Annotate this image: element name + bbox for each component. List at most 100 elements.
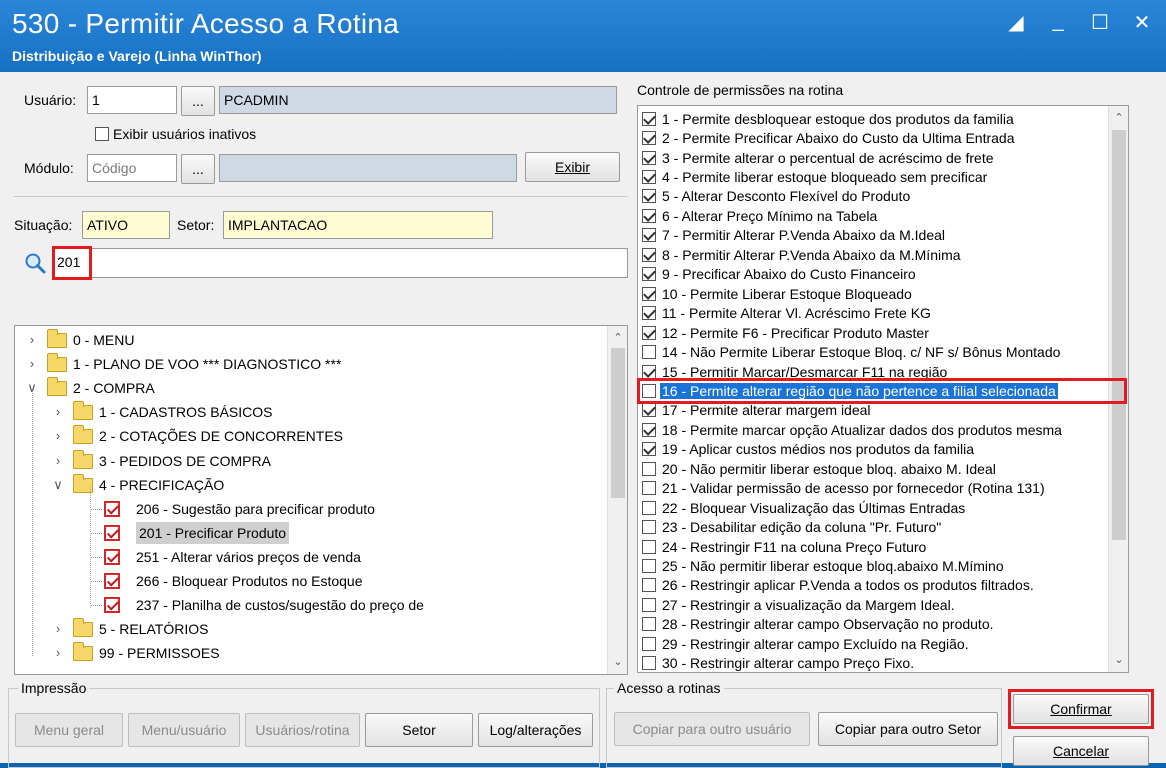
permission-row[interactable]: 24 - Restringir F11 na coluna Preço Futu… [642, 537, 1108, 556]
permission-checkbox[interactable] [642, 170, 656, 185]
chevron-right-icon[interactable]: › [51, 617, 65, 641]
tree-item-row[interactable]: 266 - Bloquear Produtos no Estoque [15, 569, 605, 593]
permission-checkbox[interactable] [642, 111, 656, 126]
permission-checkbox[interactable] [642, 617, 656, 632]
usuarios-rotina-button[interactable]: Usuários/rotina [245, 713, 360, 747]
permission-checkbox[interactable] [642, 636, 656, 651]
permission-checkbox[interactable] [642, 247, 656, 262]
permission-checkbox[interactable] [642, 578, 656, 593]
close-icon[interactable]: ✕ [1132, 10, 1152, 35]
chevron-right-icon[interactable]: › [51, 449, 65, 473]
chevron-right-icon[interactable]: › [51, 400, 65, 424]
usuario-lookup-button[interactable]: ... [181, 86, 215, 116]
tree-folder-row[interactable]: › 1 - PLANO DE VOO *** DIAGNOSTICO *** [15, 352, 605, 376]
scroll-down-icon[interactable]: ⌄ [608, 652, 627, 672]
permission-row[interactable]: 28 - Restringir alterar campo Observação… [642, 615, 1108, 634]
setor-button[interactable]: Setor [365, 713, 473, 747]
permission-row[interactable]: 12 - Permite F6 - Precificar Produto Mas… [642, 323, 1108, 342]
permission-row[interactable]: 6 - Alterar Preço Mínimo na Tabela [642, 206, 1108, 225]
tree-scrollbar[interactable]: ⌃ ⌄ [607, 326, 627, 674]
tree-folder-row[interactable]: › 2 - COTAÇÕES DE CONCORRENTES [15, 424, 605, 448]
tree-item-checkbox[interactable] [104, 500, 120, 517]
minimize-icon[interactable]: _ [1048, 10, 1068, 35]
permission-checkbox[interactable] [642, 500, 656, 515]
permission-checkbox[interactable] [642, 228, 656, 243]
permission-row[interactable]: 21 - Validar permissão de acesso por for… [642, 479, 1108, 498]
permission-row[interactable]: 9 - Precificar Abaixo do Custo Financeir… [642, 265, 1108, 284]
tree-folder-row[interactable]: › 1 - CADASTROS BÁSICOS [15, 400, 605, 424]
permission-checkbox[interactable] [642, 442, 656, 457]
permission-checkbox[interactable] [642, 559, 656, 574]
log-alteracoes-button[interactable]: Log/alterações [478, 713, 593, 747]
permission-row[interactable]: 25 - Não permitir liberar estoque bloq.a… [642, 556, 1108, 575]
permission-checkbox[interactable] [642, 189, 656, 204]
permission-row[interactable]: 18 - Permite marcar opção Atualizar dado… [642, 420, 1108, 439]
permission-row[interactable]: 4 - Permite liberar estoque bloqueado se… [642, 167, 1108, 186]
permission-checkbox[interactable] [642, 306, 656, 321]
permission-row[interactable]: 14 - Não Permite Liberar Estoque Bloq. c… [642, 342, 1108, 361]
permission-row[interactable]: 1 - Permite desbloquear estoque dos prod… [642, 109, 1108, 128]
tree-item-checkbox[interactable] [104, 597, 120, 614]
tree-folder-row[interactable]: › 5 - RELATÓRIOS [15, 617, 605, 641]
tree-item-checkbox[interactable] [104, 524, 120, 541]
tree-folder-row[interactable]: › 0 - MENU [15, 328, 605, 352]
chevron-right-icon[interactable]: › [51, 424, 65, 448]
permission-row[interactable]: 2 - Permite Precificar Abaixo do Custo d… [642, 128, 1108, 147]
permission-checkbox[interactable] [642, 208, 656, 223]
permission-row[interactable]: 3 - Permite alterar o percentual de acré… [642, 148, 1108, 167]
scroll-up-icon[interactable]: ⌃ [608, 328, 627, 348]
permission-checkbox[interactable] [642, 345, 656, 360]
copiar-usuario-button[interactable]: Copiar para outro usuário [614, 712, 810, 746]
scroll-thumb[interactable] [1112, 130, 1126, 540]
chevron-down-icon[interactable]: ∨ [51, 473, 65, 497]
modulo-lookup-button[interactable]: ... [181, 154, 215, 184]
chevron-right-icon[interactable]: › [51, 641, 65, 665]
permission-checkbox[interactable] [642, 539, 656, 554]
scroll-up-icon[interactable]: ⌃ [1109, 108, 1128, 128]
menu-usuario-button[interactable]: Menu/usuário [128, 713, 240, 747]
permission-checkbox[interactable] [642, 364, 656, 379]
menu-geral-button[interactable]: Menu geral [15, 713, 123, 747]
tree-item-checkbox[interactable] [104, 573, 120, 589]
copiar-setor-button[interactable]: Copiar para outro Setor [818, 712, 998, 746]
tree-item-row[interactable]: 251 - Alterar vários preços de venda [15, 545, 605, 569]
permission-checkbox[interactable] [642, 150, 656, 165]
chevron-right-icon[interactable]: › [25, 352, 39, 376]
tree-item-row[interactable]: 201 - Precificar Produto [15, 521, 605, 545]
permission-checkbox[interactable] [642, 267, 656, 282]
permission-checkbox[interactable] [642, 481, 656, 496]
permission-checkbox[interactable] [642, 656, 656, 671]
scroll-thumb[interactable] [611, 348, 625, 498]
permission-checkbox[interactable] [642, 325, 656, 340]
tree-folder-row[interactable]: ∨ 2 - COMPRA [15, 376, 605, 400]
permission-row[interactable]: 27 - Restringir a visualização da Margem… [642, 595, 1108, 614]
scroll-down-icon[interactable]: ⌄ [1109, 650, 1128, 670]
permission-checkbox[interactable] [642, 403, 656, 418]
chevron-right-icon[interactable]: › [25, 328, 39, 352]
permission-row[interactable]: 8 - Permitir Alterar P.Venda Abaixo da M… [642, 245, 1108, 264]
modulo-code-field[interactable]: Código [87, 154, 177, 182]
tree-item-row[interactable]: 206 - Sugestão para precificar produto [15, 497, 605, 521]
permission-row[interactable]: 29 - Restringir alterar campo Excluído n… [642, 634, 1108, 653]
permission-row[interactable]: 19 - Aplicar custos médios nos produtos … [642, 440, 1108, 459]
tree-folder-row[interactable]: › 99 - PERMISSOES [15, 641, 605, 665]
permission-checkbox[interactable] [642, 422, 656, 437]
tree-folder-row[interactable]: ∨ 4 - PRECIFICAÇÃO [15, 473, 605, 497]
tree-folder-row[interactable]: › 3 - PEDIDOS DE COMPRA [15, 449, 605, 473]
permission-row[interactable]: 22 - Bloquear Visualização das Últimas E… [642, 498, 1108, 517]
usuario-code-field[interactable]: 1 [87, 86, 177, 114]
permission-row[interactable]: 10 - Permite Liberar Estoque Bloqueado [642, 284, 1108, 303]
permission-row[interactable]: 11 - Permite Alterar Vl. Acréscimo Frete… [642, 304, 1108, 323]
permission-row[interactable]: 5 - Alterar Desconto Flexível do Produto [642, 187, 1108, 206]
permission-checkbox[interactable] [642, 131, 656, 146]
inactive-users-option[interactable]: Exibir usuários inativos [95, 126, 256, 142]
permission-row[interactable]: 23 - Desabilitar edição da coluna "Pr. F… [642, 517, 1108, 536]
tree-item-row[interactable]: 237 - Planilha de custos/sugestão do pre… [15, 593, 605, 617]
permission-checkbox[interactable] [642, 597, 656, 612]
restore-icon[interactable]: ◢ [1006, 10, 1026, 35]
search-input[interactable]: 201 [52, 248, 628, 278]
tree-item-checkbox[interactable] [104, 548, 120, 565]
permission-checkbox[interactable] [642, 461, 656, 476]
permission-checkbox[interactable] [642, 520, 656, 535]
routine-tree[interactable]: › 0 - MENU › 1 - PLANO DE VOO *** DIAGNOSTI… [14, 325, 628, 675]
